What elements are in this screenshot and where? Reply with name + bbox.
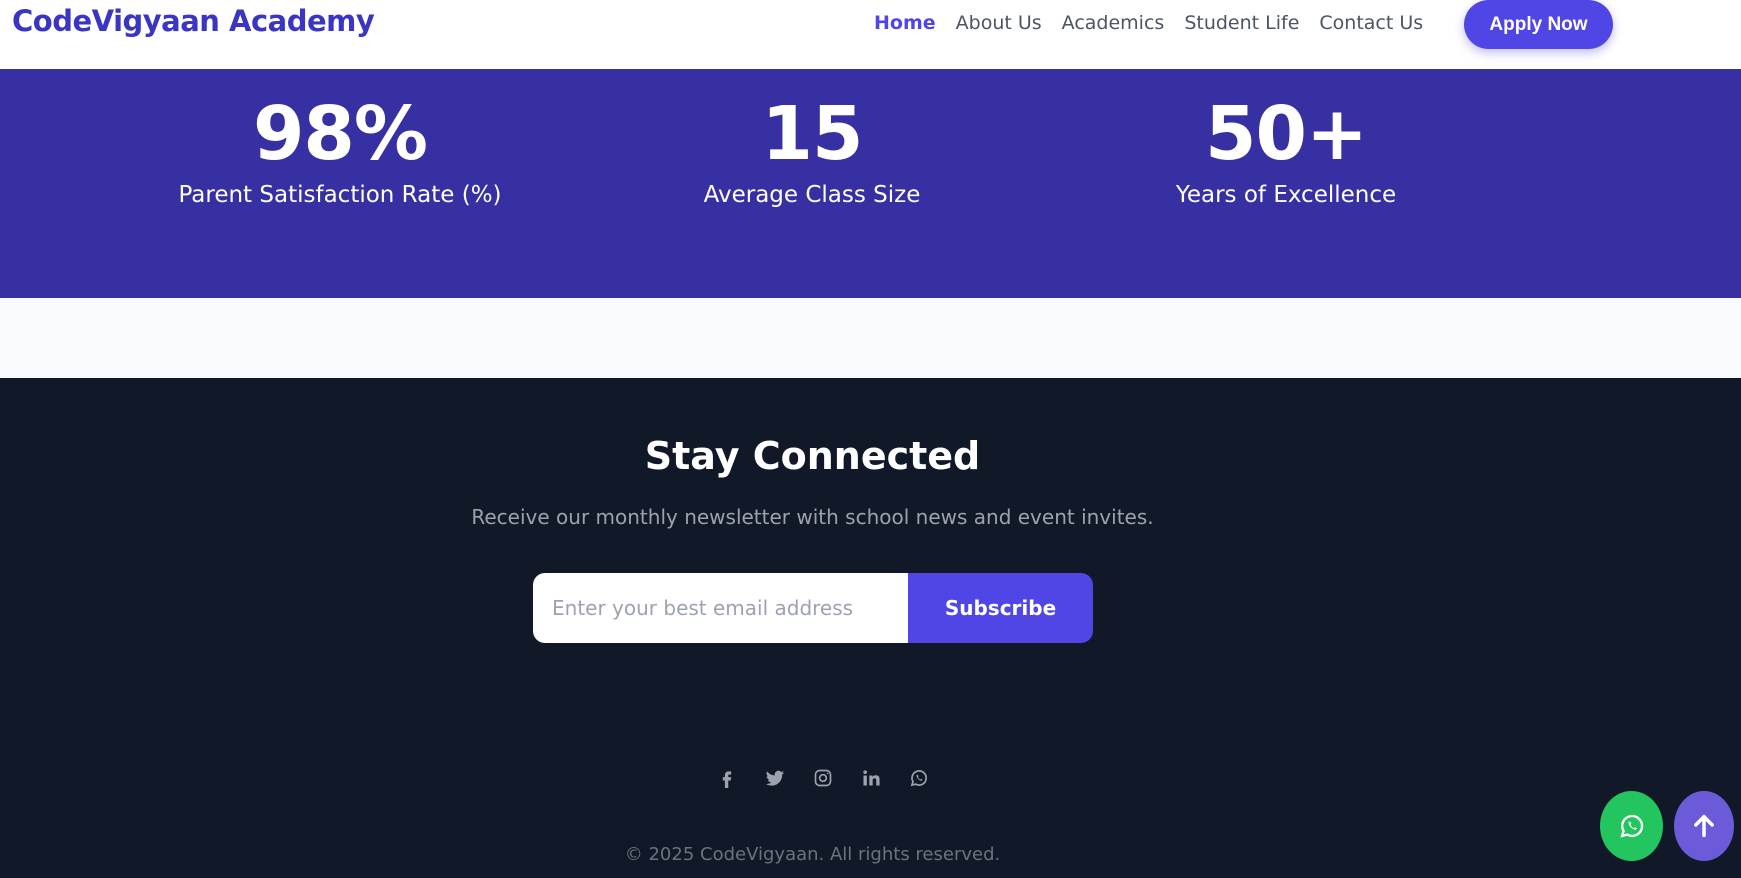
whatsapp-icon[interactable] [895,766,943,790]
scroll-to-top-button[interactable] [1674,791,1734,861]
twitter-icon[interactable] [751,766,799,790]
arrow-up-icon [1694,814,1714,838]
stat-satisfaction: 98% Parent Satisfaction Rate (%) [130,69,550,211]
social-links [703,766,943,790]
site-header: CodeVigyaan Academy Home About Us Academ… [0,0,1741,69]
stat-label: Years of Excellence [1175,182,1397,208]
instagram-icon[interactable] [799,766,847,790]
nav-student-life[interactable]: Student Life [1184,12,1299,34]
brand-logo[interactable]: CodeVigyaan Academy [12,4,375,38]
page: CodeVigyaan Academy Home About Us Academ… [0,0,1741,878]
apply-now-button[interactable]: Apply Now [1464,0,1613,49]
whatsapp-chat-button[interactable] [1600,791,1663,861]
stat-value: 98% [252,91,428,177]
nav-about-us[interactable]: About Us [956,12,1042,34]
copyright-text: © 2025 CodeVigyaan. All rights reserved. [624,844,1001,865]
whatsapp-icon [1619,814,1643,838]
stat-class-size: 15 Average Class Size [602,69,1022,211]
newsletter-subtitle: Receive our monthly newsletter with scho… [471,505,1154,529]
newsletter-title: Stay Connected [644,434,981,478]
linkedin-icon[interactable] [847,766,895,790]
newsletter-form: Subscribe [533,573,1093,643]
stat-value: 15 [761,91,864,177]
nav-academics[interactable]: Academics [1062,12,1165,34]
stat-label: Parent Satisfaction Rate (%) [178,182,502,208]
facebook-icon[interactable] [703,766,751,790]
stat-years: 50+ Years of Excellence [1076,69,1496,211]
stat-label: Average Class Size [703,182,921,208]
main-nav: Home About Us Academics Student Life Con… [874,12,1443,34]
nav-home[interactable]: Home [874,12,936,34]
site-footer: Stay Connected Receive our monthly newsl… [0,378,1741,878]
nav-contact-us[interactable]: Contact Us [1319,12,1423,34]
stat-value: 50+ [1205,91,1368,177]
email-input[interactable] [533,573,908,643]
section-divider [0,298,1741,378]
stats-section: 98% Parent Satisfaction Rate (%) 15 Aver… [0,69,1741,298]
subscribe-button[interactable]: Subscribe [908,573,1093,643]
